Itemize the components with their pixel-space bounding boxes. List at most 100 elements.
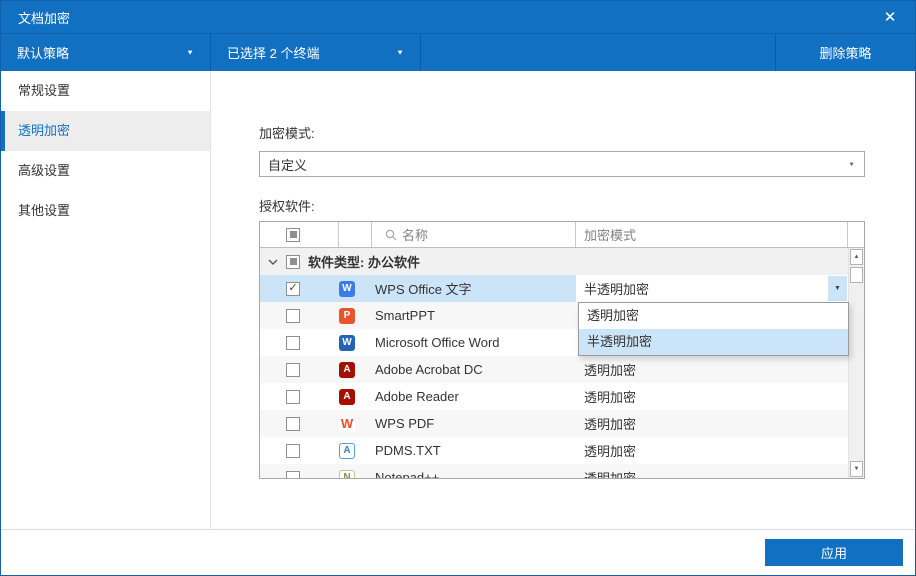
caret-down-icon: ▼: [186, 49, 194, 56]
row-icon-cell: A: [339, 437, 372, 464]
row-mode-value: 透明加密: [576, 356, 848, 383]
row-checkbox[interactable]: [286, 417, 300, 431]
wps-pdf-icon: W: [339, 416, 355, 432]
terminal-dropdown-label: 已选择 2 个终端: [227, 43, 319, 62]
search-icon: [385, 229, 397, 241]
row-icon-cell: N: [339, 464, 372, 479]
header-scrollbar-stub: [848, 222, 864, 247]
software-name: Notepad++: [372, 464, 576, 479]
row-checkbox-cell: [260, 437, 339, 464]
ms-word-icon: W: [339, 335, 355, 351]
name-column-header: 名称: [402, 225, 428, 244]
caret-down-icon[interactable]: ▼: [828, 276, 847, 301]
table-row[interactable]: NNotepad++透明加密: [260, 464, 848, 479]
sidebar-item-other[interactable]: 其他设置: [1, 191, 210, 231]
row-mode-value: 透明加密: [576, 410, 848, 437]
close-button[interactable]: ✕: [873, 1, 907, 33]
row-checkbox[interactable]: [286, 444, 300, 458]
sidebar-item-advanced[interactable]: 高级设置: [1, 151, 210, 191]
terminal-dropdown[interactable]: 已选择 2 个终端 ▼: [211, 34, 421, 71]
sidebar-item-general[interactable]: 常规设置: [1, 71, 210, 111]
row-checkbox[interactable]: [286, 363, 300, 377]
table-row[interactable]: AAdobe Acrobat DC透明加密: [260, 356, 848, 383]
policy-dropdown[interactable]: 默认策略 ▼: [1, 34, 211, 71]
sidebar-item-transparent-encryption[interactable]: 透明加密: [1, 111, 210, 151]
notepad-plus-icon: N: [339, 470, 355, 480]
encryption-mode-label: 加密模式:: [259, 123, 315, 142]
scrollbar-thumb[interactable]: [850, 267, 863, 283]
chevron-down-icon[interactable]: [268, 259, 278, 265]
row-checkbox[interactable]: [286, 390, 300, 404]
group-header-row[interactable]: 软件类型: 办公软件: [260, 248, 848, 275]
header-icon-cell: [339, 222, 372, 247]
dropdown-option[interactable]: 半透明加密: [579, 329, 848, 355]
software-name: PDMS.TXT: [372, 437, 576, 464]
header-name-cell[interactable]: 名称: [372, 222, 576, 247]
table-row[interactable]: W WPS PDF透明加密: [260, 410, 848, 437]
row-mode-select[interactable]: 半透明加密 ▼: [576, 275, 848, 302]
header-mode-cell[interactable]: 加密模式: [576, 222, 848, 247]
row-mode-value: 透明加密: [576, 437, 848, 464]
mode-dropdown-list: 透明加密半透明加密: [578, 302, 849, 356]
authorized-software-label: 授权软件:: [259, 196, 315, 215]
sidebar: 常规设置 透明加密 高级设置 其他设置: [1, 71, 211, 529]
row-checkbox-cell: [260, 302, 339, 329]
table-body: 软件类型: 办公软件 ✓WWPS Office 文字半透明加密▼PSmartPP…: [260, 248, 864, 479]
group-checkbox[interactable]: [286, 255, 300, 269]
title-bar: 文档加密 ✕: [1, 1, 915, 33]
software-table: 名称 加密模式 软件类型: 办公软件: [259, 221, 865, 479]
row-icon-cell: W: [339, 275, 372, 302]
row-checkbox-cell: [260, 329, 339, 356]
row-icon-cell: A: [339, 383, 372, 410]
dropdown-option[interactable]: 透明加密: [579, 303, 848, 329]
adobe-reader-icon: A: [339, 389, 355, 405]
mode-column-header: 加密模式: [584, 225, 636, 244]
table-scrollbar[interactable]: ▲ ▼: [848, 248, 864, 478]
row-icon-cell: W: [339, 410, 372, 437]
row-checkbox-cell: [260, 464, 339, 479]
header-checkbox-cell: [260, 222, 339, 247]
software-name: WPS PDF: [372, 410, 576, 437]
scroll-down-icon: ▼: [854, 466, 860, 472]
encryption-mode-value: 自定义: [268, 155, 307, 174]
row-mode-value: 半透明加密: [584, 279, 649, 298]
row-mode-value: 透明加密: [576, 383, 848, 410]
toolbar: 默认策略 ▼ 已选择 2 个终端 ▼ 删除策略: [1, 33, 915, 71]
software-name: Adobe Reader: [372, 383, 576, 410]
apply-button[interactable]: 应用: [765, 539, 903, 566]
smartppt-icon: P: [339, 308, 355, 324]
table-row[interactable]: ✓ W WPS Office 文字半透明加密 ▼: [260, 275, 848, 302]
row-checkbox[interactable]: [286, 471, 300, 480]
delete-policy-button[interactable]: 删除策略: [775, 34, 915, 71]
row-checkbox-cell: [260, 383, 339, 410]
scroll-up-icon: ▲: [854, 254, 860, 260]
main-content: 加密模式: 自定义 ▼ 授权软件:: [211, 71, 915, 529]
row-checkbox-cell: ✓: [260, 275, 339, 302]
row-checkbox-cell: [260, 356, 339, 383]
document-encryption-window: 文档加密 ✕ 默认策略 ▼ 已选择 2 个终端 ▼ 删除策略 常规设置 透明加密…: [0, 0, 916, 576]
encryption-mode-select[interactable]: 自定义 ▼: [259, 151, 865, 177]
row-checkbox[interactable]: ✓: [286, 282, 300, 296]
table-row[interactable]: A Adobe Reader透明加密: [260, 383, 848, 410]
row-checkbox-cell: [260, 410, 339, 437]
row-icon-cell: W: [339, 329, 372, 356]
table-header: 名称 加密模式: [260, 222, 864, 248]
wps-writer-icon: W: [339, 281, 355, 297]
toolbar-spacer: [421, 34, 775, 71]
body: 常规设置 透明加密 高级设置 其他设置 加密模式: 自定义 ▼ 授权软件:: [1, 71, 915, 529]
table-row[interactable]: APDMS.TXT透明加密: [260, 437, 848, 464]
row-icon-cell: P: [339, 302, 372, 329]
scroll-up-button[interactable]: ▲: [850, 249, 863, 265]
row-mode-cell: 半透明加密 ▼: [576, 275, 848, 302]
software-name: Adobe Acrobat DC: [372, 356, 576, 383]
select-all-checkbox[interactable]: [286, 228, 300, 242]
row-checkbox[interactable]: [286, 336, 300, 350]
caret-down-icon: ▼: [396, 49, 404, 56]
close-icon: ✕: [884, 8, 897, 26]
scroll-down-button[interactable]: ▼: [850, 461, 863, 477]
software-name: WPS Office 文字: [372, 275, 576, 302]
row-checkbox[interactable]: [286, 309, 300, 323]
footer: 应用: [1, 529, 915, 575]
software-name: Microsoft Office Word: [372, 329, 576, 356]
policy-dropdown-label: 默认策略: [17, 43, 69, 62]
